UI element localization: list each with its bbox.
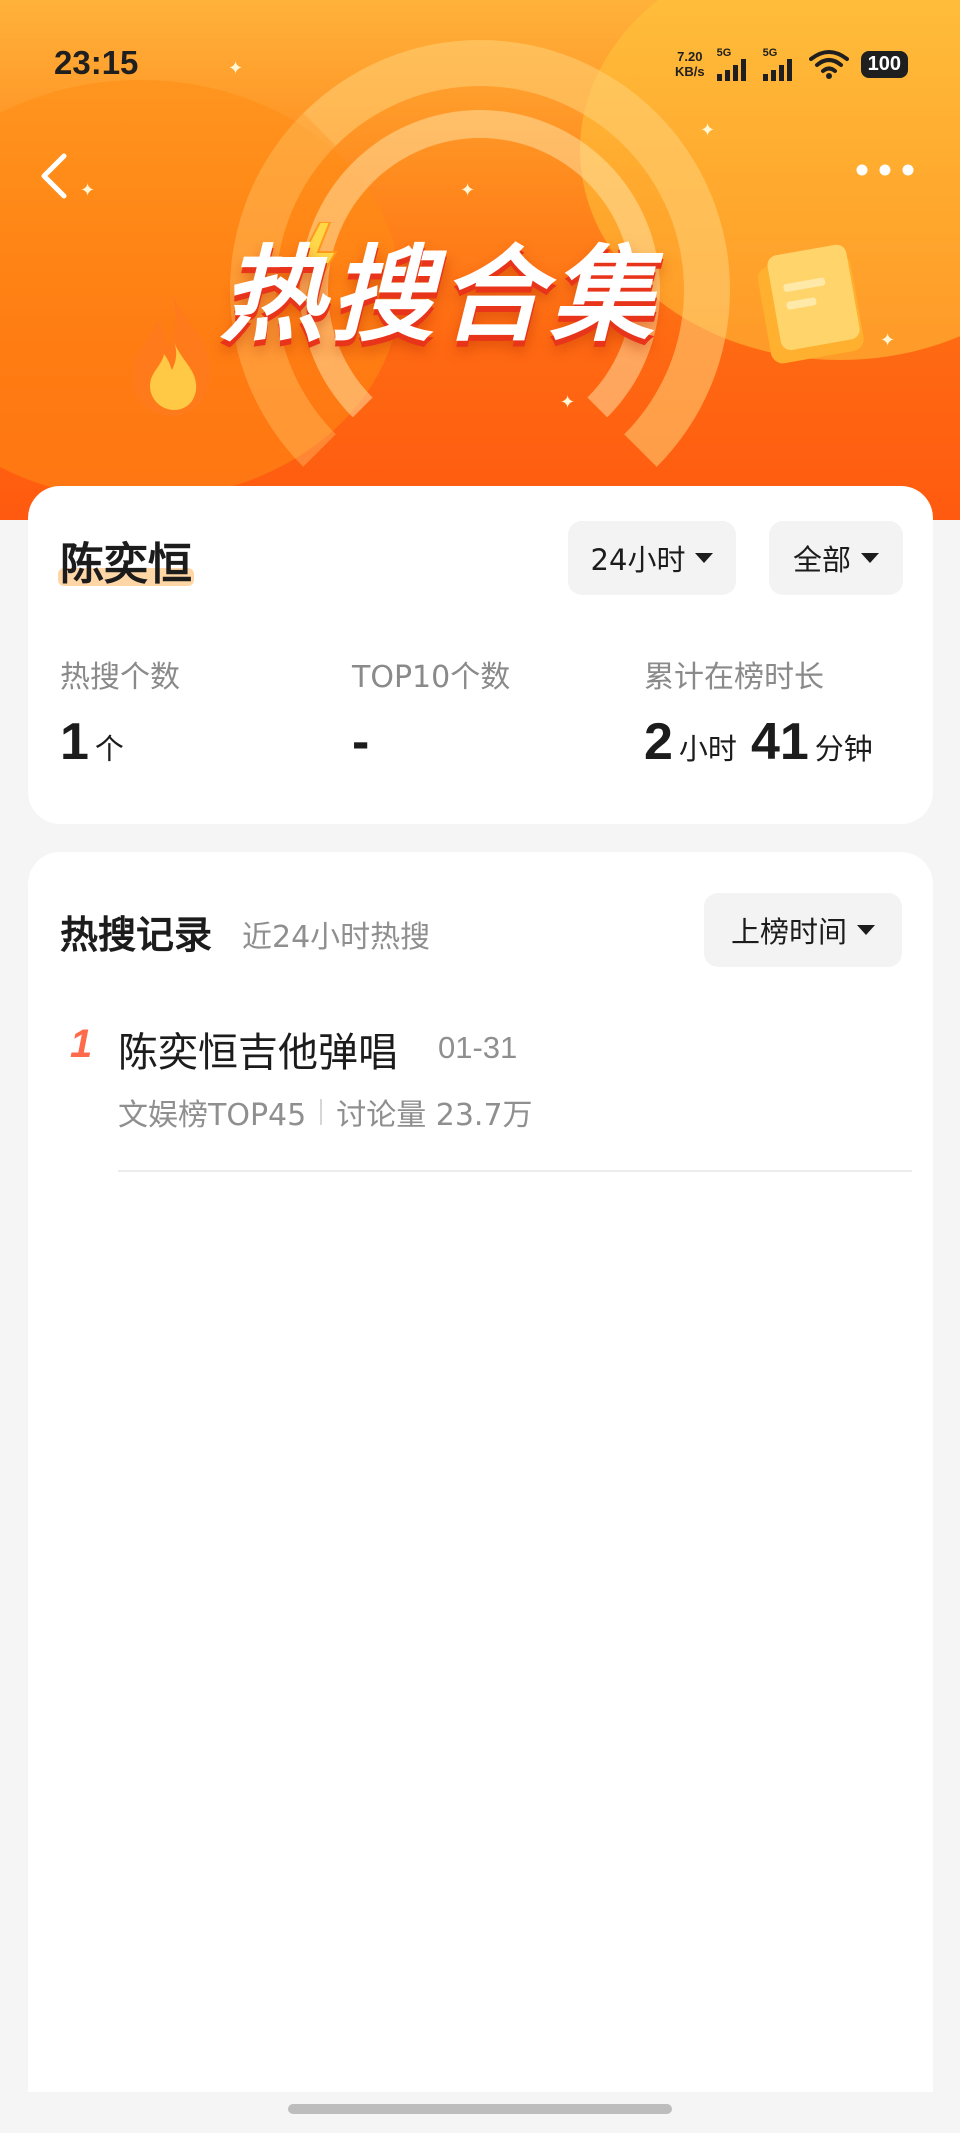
stat-value-hot-count: 1 个 (60, 712, 124, 772)
sparkle-icon: ✦ (80, 180, 96, 201)
cellular-signal-icon: 5G (762, 46, 797, 81)
stat-label-total-duration: 累计在榜时长 (644, 660, 824, 695)
caret-down-icon (861, 553, 879, 563)
time-range-dropdown[interactable]: 24小时 (568, 521, 736, 595)
records-subtitle: 近24小时热搜 (242, 920, 431, 955)
fire-icon (132, 294, 211, 416)
network-speed-value: 7.20 (677, 49, 703, 64)
stat-label-top10-count: TOP10个数 (352, 660, 511, 695)
sparkle-icon: ✦ (228, 58, 244, 79)
status-icons: 7.20 KB/s 5G 5G 100 (675, 44, 908, 84)
more-horizontal-icon (856, 164, 914, 176)
banner-title: 热搜合集 (220, 234, 661, 356)
folder-icon (757, 244, 864, 364)
status-time: 23:15 (54, 44, 139, 81)
sort-label: 上榜时间 (730, 915, 847, 949)
stat-hours: 2 (644, 713, 673, 771)
time-range-label: 24小时 (590, 543, 686, 577)
item-discussion: 讨论量 23.7万 (336, 1098, 533, 1133)
stat-minutes: 41 (750, 713, 809, 771)
sparkle-icon: ✦ (880, 330, 896, 351)
stat-label-hot-count: 热搜个数 (60, 660, 180, 695)
stat-value-top10-count: - (352, 712, 369, 772)
signal-label: 5G (762, 46, 778, 59)
stat-value-total-duration: 2 小时 41 分钟 (644, 712, 873, 772)
chevron-left-icon (41, 153, 67, 199)
caret-down-icon (695, 553, 714, 563)
item-title: 陈奕恒吉他弹唱 (118, 1030, 398, 1076)
cellular-signal-icon: 5G (716, 46, 751, 81)
person-name: 陈奕恒 (60, 539, 192, 590)
scope-dropdown[interactable]: 全部 (769, 521, 903, 595)
more-options-button[interactable] (850, 150, 920, 190)
network-speed-unit: KB/s (675, 64, 705, 79)
stat-minutes-unit: 分钟 (814, 732, 873, 766)
battery-icon: 100 (860, 50, 908, 78)
records-title: 热搜记录 (60, 913, 213, 957)
sort-dropdown[interactable]: 上榜时间 (704, 893, 902, 967)
network-speed: 7.20 KB/s (675, 49, 705, 79)
item-meta: 文娱榜TOP45 讨论量 23.7万 (118, 1090, 533, 1134)
caret-down-icon (857, 925, 875, 935)
back-button[interactable] (30, 146, 80, 206)
signal-label: 5G (716, 46, 732, 59)
item-date: 01-31 (438, 1030, 518, 1065)
header-banner: ✦ ✦ ✦ ✦ ✦ ✦ 23:15 7.20 KB/s 5G 5G 100 热搜… (0, 0, 960, 520)
stat-hours-unit: 小时 (678, 732, 737, 766)
item-board: 文娱榜TOP45 (118, 1098, 307, 1133)
wifi-icon (808, 50, 849, 79)
sparkle-icon: ✦ (560, 392, 576, 413)
divider (320, 1099, 323, 1125)
stat-unit: 个 (94, 732, 124, 766)
sparkle-icon: ✦ (460, 180, 476, 201)
divider (118, 1170, 912, 1172)
stat-number: 1 (60, 713, 89, 771)
home-indicator[interactable] (288, 2104, 672, 2114)
item-rank: 1 (70, 1022, 93, 1066)
stat-number: - (352, 713, 370, 771)
sparkle-icon: ✦ (700, 120, 716, 141)
scope-label: 全部 (792, 543, 851, 577)
